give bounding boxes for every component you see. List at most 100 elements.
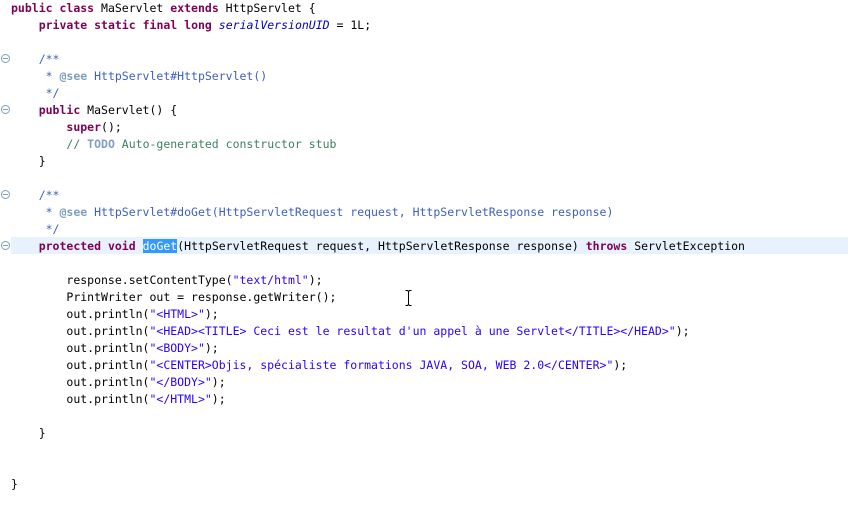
field-name: serialVersionUID <box>218 18 330 32</box>
collapse-minus-icon[interactable] <box>1 105 10 114</box>
code-line-println: out.println("</HTML>"); <box>11 391 226 408</box>
code-text: out.println( <box>66 341 150 355</box>
keyword: throws <box>585 239 628 253</box>
javadoc-tag: @see <box>59 69 88 83</box>
code-text: } <box>38 154 46 168</box>
code-text: out.println( <box>66 392 150 406</box>
code-text: ); <box>675 324 690 338</box>
comment-text: Auto-generated constructor stub <box>114 137 337 151</box>
keyword: public <box>38 103 81 117</box>
code-text: response.setContentType( <box>66 273 233 287</box>
code-line-super-call: super(); <box>11 119 122 136</box>
code-text: = 1L; <box>329 18 372 32</box>
code-line-doget-signature: protected void doGet(HttpServletRequest … <box>11 238 745 255</box>
code-editor[interactable]: public class MaServlet extends HttpServl… <box>0 0 848 507</box>
code-line-println: out.println("</BODY>"); <box>11 374 226 391</box>
code-line-javadoc-see: * @see HttpServlet#doGet(HttpServletRequ… <box>11 204 614 221</box>
javadoc-text: */ <box>45 222 60 236</box>
keyword: extends <box>170 1 219 15</box>
code-text: ); <box>613 358 628 372</box>
string-literal: "</HTML>" <box>149 392 212 406</box>
javadoc-text: HttpServlet#HttpServlet() <box>87 69 268 83</box>
code-line-set-content-type: response.setContentType("text/html"); <box>11 272 323 289</box>
keyword: public <box>11 1 53 15</box>
code-text: } <box>11 477 18 491</box>
code-text: out.println( <box>66 375 150 389</box>
code-line-println: out.println("<HEAD><TITLE> Ceci est le r… <box>11 323 690 340</box>
comment-text: // <box>66 137 88 151</box>
code-line-javadoc-close: */ <box>11 85 60 102</box>
todo-tag: TODO <box>87 137 115 151</box>
code-line-get-writer: PrintWriter out = response.getWriter(); <box>11 289 336 306</box>
keyword: final <box>142 18 178 32</box>
keyword: static <box>94 18 136 32</box>
code-text: out.println( <box>66 358 150 372</box>
code-line-class-declaration: public class MaServlet extends HttpServl… <box>11 0 316 17</box>
indent: * <box>11 69 60 83</box>
keyword: long <box>184 18 212 32</box>
string-literal: "<CENTER>Objis, spécialiste formations J… <box>149 358 614 372</box>
code-line-println: out.println("<HTML>"); <box>11 306 219 323</box>
code-text: (); <box>101 120 122 134</box>
code-line-close-brace: } <box>11 425 46 442</box>
javadoc-text: */ <box>45 86 60 100</box>
code-text: ); <box>211 375 226 389</box>
code-text: PrintWriter out = response.getWriter(); <box>66 290 337 304</box>
keyword: super <box>66 120 102 134</box>
string-literal: "<HTML>" <box>149 307 205 321</box>
code-line-println: out.println("<CENTER>Objis, spécialiste … <box>11 357 627 374</box>
code-text: HttpServlet { <box>218 1 316 15</box>
string-literal: "<HEAD><TITLE> Ceci est le resultat d'un… <box>149 324 676 338</box>
javadoc-text: /** <box>38 188 60 202</box>
code-text: ); <box>204 341 219 355</box>
editor-gutter <box>0 0 11 507</box>
text-ibeam-cursor-icon <box>405 290 412 306</box>
code-text: ); <box>204 307 219 321</box>
keyword: protected <box>38 239 102 253</box>
collapse-minus-icon[interactable] <box>1 54 10 63</box>
code-text: ); <box>308 273 323 287</box>
indent: * <box>11 205 60 219</box>
code-line-javadoc-see: * @see HttpServlet#HttpServlet() <box>11 68 268 85</box>
string-literal: "<BODY>" <box>149 341 205 355</box>
code-line-println: out.println("<BODY>"); <box>11 340 219 357</box>
code-line-class-close-brace: } <box>11 476 18 493</box>
keyword: class <box>59 1 95 15</box>
string-literal: "</BODY>" <box>149 375 212 389</box>
collapse-minus-icon[interactable] <box>1 190 10 199</box>
code-line-constructor: public MaServlet() { <box>11 102 177 119</box>
code-text: out.println( <box>66 324 150 338</box>
collapse-minus-icon[interactable] <box>1 241 10 250</box>
code-line-javadoc-open: /** <box>11 187 60 204</box>
javadoc-tag: @see <box>59 205 88 219</box>
code-text: ); <box>211 392 226 406</box>
code-text: MaServlet <box>94 1 171 15</box>
code-line-javadoc-close: */ <box>11 221 60 238</box>
selected-method-name[interactable]: doGet <box>142 239 178 253</box>
code-text: ServletException <box>627 239 745 253</box>
code-line-serial-field: private static final long serialVersionU… <box>11 17 371 34</box>
code-line-close-brace: } <box>11 153 46 170</box>
